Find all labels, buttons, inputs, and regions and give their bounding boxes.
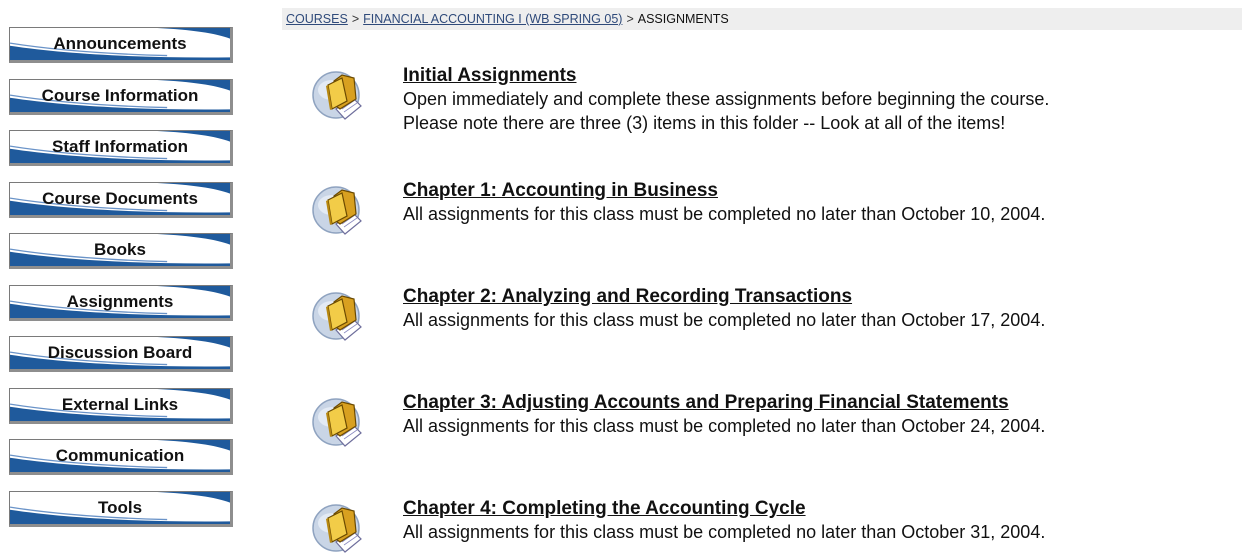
breadcrumb-course-link[interactable]: FINANCIAL ACCOUNTING I (WB SPRING 05) (363, 12, 622, 26)
nav-button-tools[interactable]: Tools (9, 490, 233, 527)
item-description: Open immediately and complete these assi… (403, 89, 1050, 109)
nav-button-label: Course Information (41, 85, 199, 105)
folder-icon (312, 292, 362, 341)
course-menu: Announcements Course Information Staff I… (9, 27, 237, 542)
item-description: All assignments for this class must be c… (403, 416, 1046, 436)
nav-button-label: Staff Information (52, 137, 188, 156)
nav-button-external-links[interactable]: External Links (9, 387, 233, 424)
breadcrumb-separator: > (626, 12, 634, 26)
nav-button-discussion-board[interactable]: Discussion Board (9, 336, 233, 372)
nav-button-books[interactable]: Books (9, 233, 233, 269)
item-title-link[interactable]: Chapter 3: Adjusting Accounts and Prepar… (403, 392, 1009, 414)
nav-button-label: Books (94, 240, 146, 259)
nav-button-label: Discussion Board (47, 343, 193, 362)
item-description: All assignments for this class must be c… (403, 310, 1046, 330)
item-title-link[interactable]: Chapter 1: Accounting in Business (403, 180, 718, 202)
nav-button-label: Course Documents (42, 188, 198, 208)
item-description: All assignments for this class must be c… (403, 522, 1046, 542)
nav-button-label: Communication (55, 446, 185, 465)
nav-button-course-documents[interactable]: Course Documents (9, 181, 233, 218)
folder-icon (312, 398, 362, 447)
item-description: Please note there are three (3) items in… (403, 113, 1006, 133)
nav-button-announcements[interactable]: Announcements (9, 27, 233, 63)
item-text: Initial Assignments Open immediately and… (403, 62, 1243, 135)
item-title-link[interactable]: Initial Assignments (403, 65, 577, 87)
folder-icon (312, 504, 362, 553)
item-title-link[interactable]: Chapter 2: Analyzing and Recording Trans… (403, 286, 852, 308)
item-description: All assignments for this class must be c… (403, 204, 1046, 224)
item-text: Chapter 1: Accounting in Business All as… (403, 177, 1243, 226)
nav-button-label: Assignments (66, 291, 174, 311)
nav-button-communication[interactable]: Communication (9, 439, 233, 475)
nav-button-label: Announcements (53, 34, 187, 53)
item-text: Chapter 2: Analyzing and Recording Trans… (403, 283, 1243, 332)
nav-button-staff-information[interactable]: Staff Information (9, 130, 233, 166)
item-title-link[interactable]: Chapter 4: Completing the Accounting Cyc… (403, 498, 806, 520)
nav-button-label: Tools (97, 497, 143, 517)
nav-button-course-information[interactable]: Course Information (9, 78, 233, 115)
page: Announcements Course Information Staff I… (0, 0, 1245, 558)
folder-icon (312, 71, 362, 120)
breadcrumb-courses-link[interactable]: COURSES (286, 12, 348, 26)
breadcrumb: COURSES > FINANCIAL ACCOUNTING I (WB SPRIN… (282, 8, 1242, 30)
breadcrumb-current: ASSIGNMENTS (637, 12, 729, 26)
item-text: Chapter 4: Completing the Accounting Cyc… (403, 495, 1243, 544)
nav-button-assignments[interactable]: Assignments (9, 284, 233, 321)
breadcrumb-separator: > (351, 12, 360, 26)
nav-button-label: External Links (61, 394, 179, 414)
folder-icon (312, 186, 362, 235)
item-text: Chapter 3: Adjusting Accounts and Prepar… (403, 389, 1243, 438)
